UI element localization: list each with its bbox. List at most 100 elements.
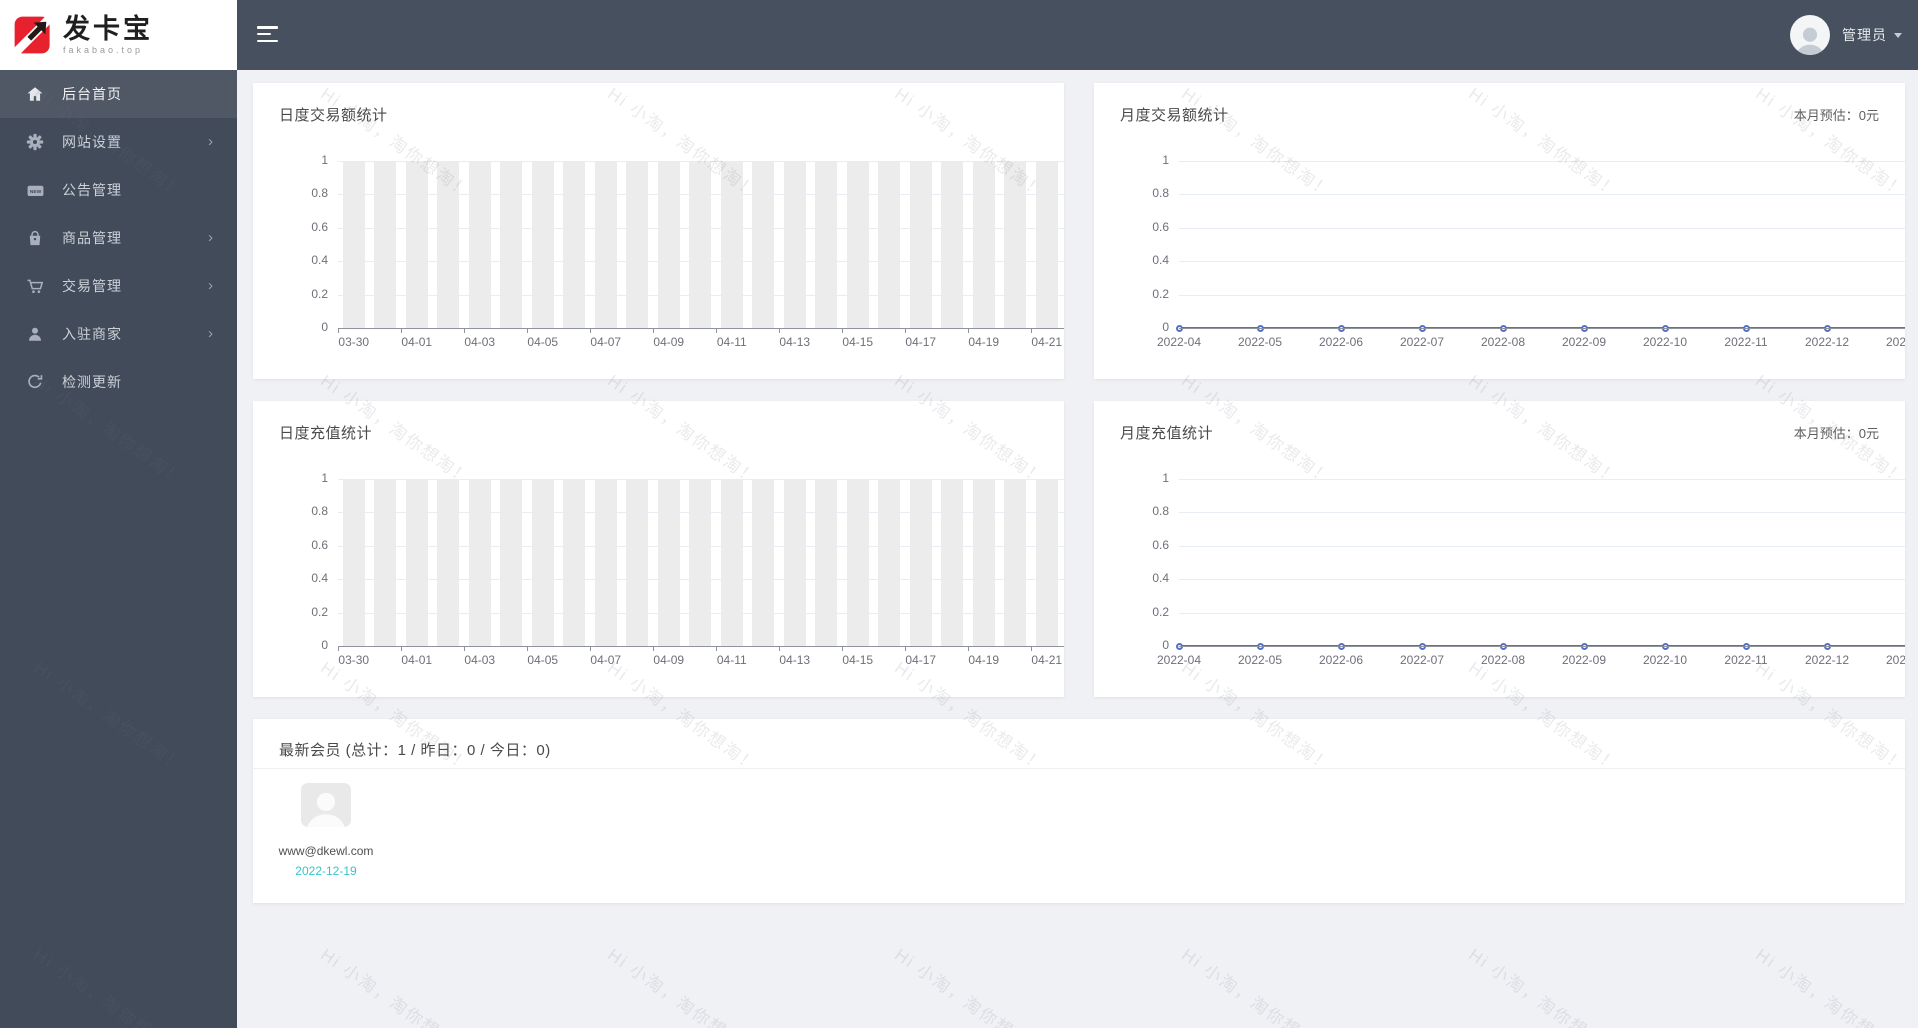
bar-background <box>500 161 523 328</box>
y-axis-label: 0.4 <box>311 571 328 586</box>
x-axis-label: 04-19 <box>968 335 1000 349</box>
sidebar-item-announcements[interactable]: NEW 公告管理 <box>0 166 237 214</box>
x-axis-label: 2022-08 <box>1480 653 1526 667</box>
data-point <box>1256 642 1264 650</box>
chart-plot: 0 0.2 0.4 0.6 0.8 1 03-30 04-01 04-03 04-05 04-07 0… <box>253 83 1064 379</box>
chart-plot: 0 0.2 0.4 0.6 0.8 1 2022-04 2022-05 2022-06 2022-… <box>1094 83 1905 379</box>
sidebar-item-label: 入驻商家 <box>62 326 122 342</box>
x-axis-label: 2022-07 <box>1399 335 1445 349</box>
x-axis-label: 04-13 <box>779 335 811 349</box>
data-point <box>1742 642 1750 650</box>
y-axis-label: 0.8 <box>311 504 328 519</box>
data-point <box>1418 642 1426 650</box>
bar-background <box>531 161 554 328</box>
x-axis-label: 2022-12 <box>1804 653 1850 667</box>
x-axis-label: 2022-09 <box>1561 335 1607 349</box>
logo-subtitle: fakabao.top <box>63 45 144 56</box>
data-point <box>1499 642 1507 650</box>
bar-background <box>909 161 932 328</box>
x-axis-label: 04-03 <box>464 335 496 349</box>
y-gridline <box>1179 479 1905 480</box>
chevron-right-icon: › <box>208 228 213 246</box>
bar-background <box>1035 479 1058 646</box>
menu-toggle-icon[interactable] <box>257 26 278 46</box>
x-axis-label: 2022-10 <box>1642 335 1688 349</box>
chevron-right-icon: › <box>208 132 213 150</box>
y-gridline <box>1179 545 1905 547</box>
chart-title: 月度交易额统计 <box>1120 107 1229 124</box>
y-gridline <box>338 261 1064 263</box>
data-point <box>1499 324 1507 332</box>
bar-background <box>752 479 775 646</box>
bar-background <box>437 479 460 646</box>
shopping-cart-icon <box>25 277 45 295</box>
sidebar-item-check-update[interactable]: 检测更新 <box>0 358 237 406</box>
y-gridline <box>1179 512 1905 514</box>
bar-background <box>468 479 491 646</box>
x-axis-label: 04-01 <box>401 335 433 349</box>
x-axis-label: 04-05 <box>527 335 559 349</box>
bar-background <box>815 161 838 328</box>
x-axis-label: 04-17 <box>905 335 937 349</box>
x-axis-tick <box>905 646 906 651</box>
y-axis-label: 1 <box>321 471 328 485</box>
bar-background <box>374 479 397 646</box>
estimate-label: 本月预估：0元 <box>1793 108 1879 123</box>
bar-background <box>783 479 806 646</box>
bar-background <box>500 479 523 646</box>
sidebar-item-site-settings[interactable]: 网站设置 › <box>0 118 237 166</box>
y-axis-label: 0.8 <box>1152 186 1169 201</box>
x-axis-tick <box>905 328 906 333</box>
bar-background <box>846 161 869 328</box>
logo[interactable]: 发卡宝 fakabao.top <box>0 0 237 70</box>
bar-background <box>563 161 586 328</box>
y-axis-label: 0.2 <box>311 604 328 619</box>
sidebar-item-transactions[interactable]: 交易管理 › <box>0 262 237 310</box>
bar-background <box>342 479 365 646</box>
announcement-new-icon: NEW <box>25 181 45 199</box>
sidebar-item-home[interactable]: 后台首页 <box>0 70 237 118</box>
chart-title: 日度充值统计 <box>279 425 373 442</box>
bar-background <box>815 479 838 646</box>
chart-card-daily-transactions: 日度交易额统计 0 0.2 0.4 0.6 0.8 1 03-30 04-01 04-03 04-… <box>253 83 1064 379</box>
members-title: 最新会员 (总计：1 / 昨日：0 / 今日：0) <box>279 742 551 759</box>
x-axis-tick <box>716 646 717 651</box>
bar-background <box>941 161 964 328</box>
data-point <box>1337 642 1345 650</box>
x-axis-label: 2022-10 <box>1642 653 1688 667</box>
latest-members-card: 最新会员 (总计：1 / 昨日：0 / 今日：0) www@dkewl.com … <box>253 719 1905 903</box>
bar-background <box>846 479 869 646</box>
user-menu[interactable]: 管理员 <box>1790 0 1902 70</box>
bar-background <box>689 161 712 328</box>
y-gridline <box>338 227 1064 229</box>
bar-background <box>783 161 806 328</box>
y-axis-label: 0.2 <box>1152 604 1169 619</box>
member-avatar-icon <box>301 783 351 827</box>
sidebar-menu: 后台首页 网站设置 › NEW 公告管理 商品管理 › 交易管理 › 入驻商家 … <box>0 70 237 406</box>
x-axis-label: 04-21 <box>1031 335 1063 349</box>
bar-background <box>531 479 554 646</box>
x-axis-label: 04-11 <box>716 653 747 667</box>
x-axis-tick <box>653 328 654 333</box>
sidebar-item-label: 交易管理 <box>62 278 122 294</box>
divider <box>253 768 1905 769</box>
sidebar-item-products[interactable]: 商品管理 › <box>0 214 237 262</box>
sidebar-item-label: 公告管理 <box>62 182 122 198</box>
bar-background <box>720 161 743 328</box>
y-gridline <box>1179 194 1905 196</box>
bar-background <box>594 479 617 646</box>
y-axis-label: 1 <box>1162 471 1169 485</box>
bar-background <box>878 161 901 328</box>
member-email: www@dkewl.com <box>278 844 374 858</box>
y-gridline <box>1179 612 1905 614</box>
x-axis-label: 04-03 <box>464 653 496 667</box>
data-point <box>1904 642 1905 650</box>
member-item[interactable]: www@dkewl.com 2022-12-19 <box>271 783 381 878</box>
y-axis-label: 0 <box>1162 638 1169 652</box>
x-axis-label: 04-05 <box>527 653 559 667</box>
y-axis-label: 0.6 <box>311 219 328 234</box>
data-point <box>1742 324 1750 332</box>
gear-icon <box>25 133 45 151</box>
data-point <box>1661 324 1669 332</box>
sidebar-item-merchants[interactable]: 入驻商家 › <box>0 310 237 358</box>
